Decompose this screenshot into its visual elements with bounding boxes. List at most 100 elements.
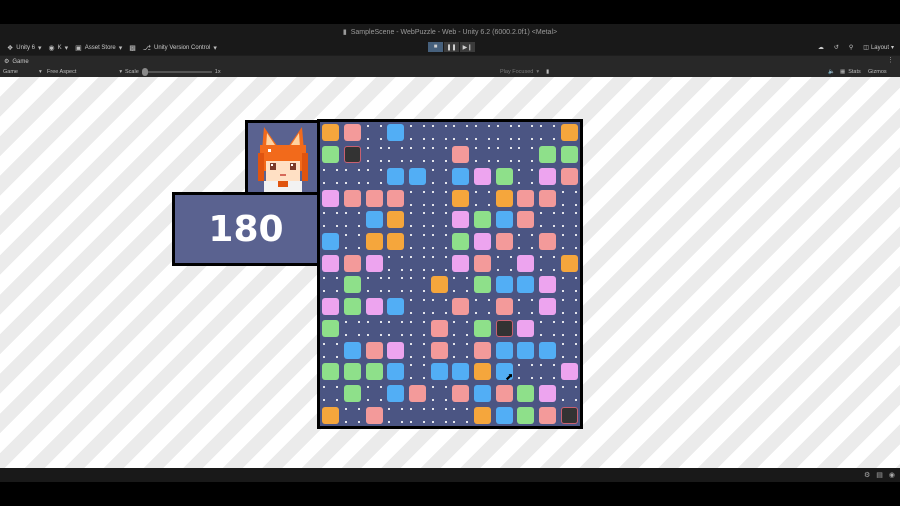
color-tile[interactable] [560, 146, 578, 164]
color-tile[interactable] [495, 406, 513, 424]
color-tile[interactable] [495, 189, 513, 207]
color-tile[interactable] [539, 384, 556, 402]
settings-icon[interactable]: ◉ [889, 471, 895, 479]
color-tile[interactable] [344, 254, 361, 272]
gizmos-toggle[interactable]: Gizmos [868, 67, 887, 77]
color-tile[interactable] [495, 232, 513, 250]
color-tile[interactable] [387, 298, 405, 316]
color-tile[interactable] [322, 124, 340, 142]
color-tile[interactable] [517, 319, 535, 337]
layout-button[interactable]: ◫ Layout ▾ [863, 44, 894, 52]
color-tile[interactable] [539, 146, 556, 164]
color-tile[interactable] [430, 341, 448, 359]
color-tile[interactable] [387, 341, 405, 359]
color-tile[interactable] [474, 276, 491, 294]
color-tile[interactable] [387, 384, 405, 402]
color-tile[interactable] [452, 146, 470, 164]
color-tile[interactable] [322, 363, 340, 381]
bomb-tile[interactable] [560, 406, 578, 424]
color-tile[interactable] [517, 189, 535, 207]
color-tile[interactable] [365, 363, 383, 381]
color-tile[interactable] [539, 406, 556, 424]
color-tile[interactable] [365, 298, 383, 316]
user-button[interactable]: ◉ K ▾ [48, 44, 68, 52]
step-button[interactable]: ▶❙ [460, 42, 475, 52]
audio-toggle[interactable]: 🔈 [828, 67, 835, 77]
color-tile[interactable] [365, 211, 383, 229]
color-tile[interactable] [344, 298, 361, 316]
color-tile[interactable] [517, 384, 535, 402]
stop-button[interactable]: ■ [428, 42, 443, 52]
color-tile[interactable] [539, 276, 556, 294]
version-control-button[interactable]: ⎇ Unity Version Control ▾ [143, 44, 217, 52]
aspect-dropdown[interactable]: Free Aspect ▾ [47, 67, 122, 77]
color-tile[interactable] [344, 363, 361, 381]
play-focused-dropdown[interactable]: Play Focused ▾ ▮ [500, 67, 549, 77]
bomb-tile[interactable] [344, 146, 361, 164]
color-tile[interactable] [344, 276, 361, 294]
color-tile[interactable] [387, 232, 405, 250]
network-icon[interactable]: ⚙ [864, 471, 870, 479]
color-tile[interactable] [322, 232, 340, 250]
color-tile[interactable] [560, 363, 578, 381]
history-icon[interactable]: ↺ [834, 44, 839, 51]
game-view[interactable]: 180 ⬈ [0, 77, 900, 468]
color-tile[interactable] [495, 341, 513, 359]
pause-button[interactable]: ❚❚ [444, 42, 459, 52]
color-tile[interactable] [365, 341, 383, 359]
color-tile[interactable] [365, 254, 383, 272]
account-button[interactable]: ❖ Unity 6 ▾ [7, 44, 41, 52]
stats-toggle[interactable]: ▦ Stats [840, 67, 861, 77]
color-tile[interactable] [344, 124, 361, 142]
color-tile[interactable] [517, 406, 535, 424]
color-tile[interactable] [387, 363, 405, 381]
color-tile[interactable] [387, 124, 405, 142]
color-tile[interactable] [517, 211, 535, 229]
color-tile[interactable] [344, 341, 361, 359]
color-tile[interactable] [539, 167, 556, 185]
color-tile[interactable] [452, 189, 470, 207]
display-dropdown[interactable]: Game ▾ [3, 67, 42, 77]
color-tile[interactable] [452, 254, 470, 272]
color-tile[interactable] [322, 254, 340, 272]
color-tile[interactable] [495, 276, 513, 294]
color-tile[interactable] [452, 384, 470, 402]
tab-game[interactable]: ⚙ Game [4, 58, 29, 66]
color-tile[interactable] [474, 232, 491, 250]
color-tile[interactable] [517, 254, 535, 272]
color-tile[interactable] [517, 341, 535, 359]
color-tile[interactable] [322, 146, 340, 164]
color-tile[interactable] [474, 363, 491, 381]
color-tile[interactable] [322, 319, 340, 337]
mute-icon[interactable]: ▮ [546, 69, 549, 75]
color-tile[interactable] [452, 211, 470, 229]
color-tile[interactable] [365, 406, 383, 424]
package-button[interactable]: ▩ [129, 44, 136, 52]
search-icon[interactable]: ⚲ [849, 44, 853, 51]
color-tile[interactable] [474, 384, 491, 402]
color-tile[interactable] [387, 211, 405, 229]
color-tile[interactable] [539, 298, 556, 316]
color-tile[interactable] [539, 341, 556, 359]
color-tile[interactable] [365, 189, 383, 207]
color-tile[interactable] [560, 167, 578, 185]
color-tile[interactable] [409, 167, 426, 185]
color-tile[interactable] [452, 167, 470, 185]
color-tile[interactable] [452, 363, 470, 381]
color-tile[interactable] [517, 276, 535, 294]
color-tile[interactable] [560, 124, 578, 142]
color-tile[interactable] [387, 189, 405, 207]
console-icon[interactable]: ▤ [876, 471, 883, 479]
color-tile[interactable] [474, 254, 491, 272]
color-tile[interactable] [495, 384, 513, 402]
color-tile[interactable] [322, 298, 340, 316]
color-tile[interactable] [560, 254, 578, 272]
color-tile[interactable] [344, 189, 361, 207]
color-tile[interactable] [452, 298, 470, 316]
color-tile[interactable] [495, 211, 513, 229]
cloud-icon[interactable]: ☁ [818, 44, 824, 51]
color-tile[interactable] [452, 232, 470, 250]
color-tile[interactable] [474, 319, 491, 337]
color-tile[interactable] [430, 319, 448, 337]
color-tile[interactable] [474, 406, 491, 424]
